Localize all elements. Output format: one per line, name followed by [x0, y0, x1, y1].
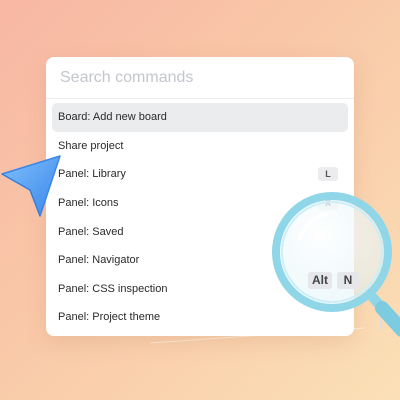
- shortcut: L: [318, 167, 338, 182]
- search-input[interactable]: [46, 57, 354, 99]
- command-item-share-project[interactable]: Share project: [52, 132, 348, 161]
- command-item-add-new-board[interactable]: Board: Add new board: [52, 103, 348, 132]
- command-label: Panel: Saved: [58, 225, 124, 238]
- magnifier-icon: [272, 192, 400, 337]
- command-label: Panel: Navigator: [58, 254, 140, 267]
- cursor-icon: [1, 155, 61, 217]
- shortcut-key-n: N: [337, 272, 359, 289]
- command-label: Panel: CSS inspection: [58, 282, 168, 295]
- command-label: Board: Add new board: [58, 111, 167, 124]
- command-label: Panel: Library: [58, 168, 126, 181]
- magnified-shortcut: Alt N: [308, 272, 359, 289]
- shortcut-key-alt: Alt: [308, 272, 332, 289]
- command-item-panel-library[interactable]: Panel: Library L: [52, 160, 348, 189]
- command-label: Panel: Project theme: [58, 311, 161, 324]
- command-label: Share project: [58, 139, 124, 152]
- command-label: Panel: Icons: [58, 197, 119, 210]
- shortcut-key: L: [318, 167, 338, 182]
